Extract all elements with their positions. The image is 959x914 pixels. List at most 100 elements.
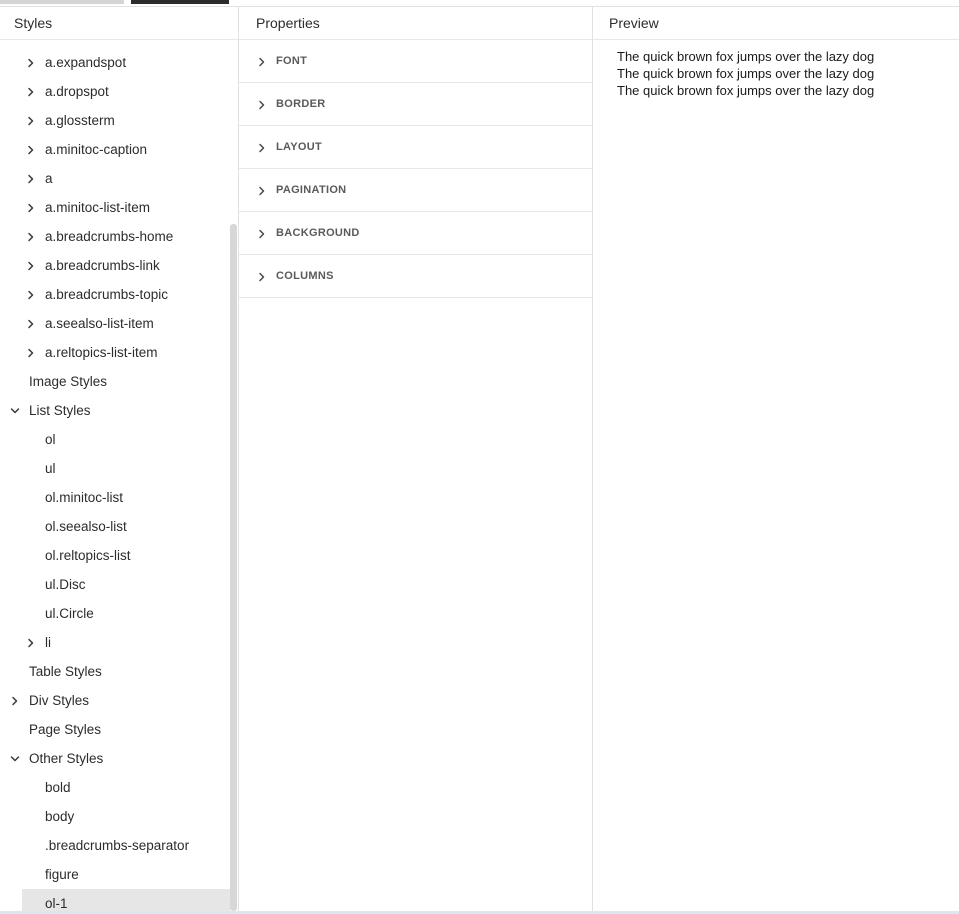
style-tree-item-label: ul (45, 461, 56, 476)
chevron-right-icon[interactable] (25, 48, 37, 77)
style-tree-item[interactable]: ul.Disc (0, 570, 230, 599)
style-tree-item[interactable]: .breadcrumbs-separator (0, 831, 230, 860)
property-section-border[interactable]: BORDER (239, 83, 592, 126)
style-tree-item-label: a.breadcrumbs-home (45, 229, 174, 244)
chevron-right-icon[interactable] (25, 164, 37, 193)
style-tree-item[interactable]: ul (0, 454, 230, 483)
style-tree-item[interactable]: a.breadcrumbs-topic (0, 280, 230, 309)
chevron-right-icon[interactable] (256, 126, 268, 169)
style-tree-item-label: Other Styles (29, 751, 104, 766)
preview-body: The quick brown fox jumps over the lazy … (593, 40, 959, 99)
preview-text-line: The quick brown fox jumps over the lazy … (617, 49, 875, 64)
property-section-label: COLUMNS (276, 270, 334, 282)
preview-text-line: The quick brown fox jumps over the lazy … (617, 66, 875, 81)
style-tree-item-label: a.glossterm (45, 113, 115, 128)
styles-tree: a.expandspot a.dropspot a.glossterm a.minit… (0, 40, 239, 911)
property-section-font[interactable]: FONT (239, 40, 592, 83)
chevron-right-icon[interactable] (25, 222, 37, 251)
style-tree-item[interactable]: a.minitoc-caption (0, 135, 230, 164)
chevron-right-icon[interactable] (256, 83, 268, 126)
tab-indicator-active[interactable] (131, 0, 229, 4)
chevron-down-icon[interactable] (9, 396, 21, 425)
style-tree-item-label: ol.reltopics-list (45, 548, 131, 563)
style-tree-item-label: body (45, 809, 75, 824)
chevron-right-icon[interactable] (9, 686, 21, 715)
property-section-layout[interactable]: LAYOUT (239, 126, 592, 169)
chevron-right-icon[interactable] (25, 338, 37, 367)
chevron-right-icon[interactable] (25, 77, 37, 106)
style-tree-item-label: a.breadcrumbs-link (45, 258, 160, 273)
chevron-down-icon[interactable] (9, 744, 21, 773)
chevron-right-icon[interactable] (25, 193, 37, 222)
style-tree-item-label: a.breadcrumbs-topic (45, 287, 169, 302)
chevron-right-icon[interactable] (25, 135, 37, 164)
style-tree-item[interactable]: a.reltopics-list-item (0, 338, 230, 367)
style-tree-item[interactable]: li (0, 628, 230, 657)
top-tab-strip (0, 0, 959, 7)
properties-panel-title: Properties (239, 7, 592, 40)
styles-panel-title: Styles (0, 7, 238, 40)
style-tree-item[interactable]: a.glossterm (0, 106, 230, 135)
style-tree-item[interactable]: Page Styles (0, 715, 230, 744)
style-tree-item[interactable]: a.minitoc-list-item (0, 193, 230, 222)
style-tree-item[interactable]: Image Styles (0, 367, 230, 396)
style-tree-item-label: Page Styles (29, 722, 102, 737)
property-section-columns[interactable]: COLUMNS (239, 255, 592, 298)
style-tree-item[interactable]: ol.minitoc-list (0, 483, 230, 512)
style-tree-item[interactable]: a.expandspot (0, 48, 230, 77)
style-tree-item-label: a.minitoc-caption (45, 142, 148, 157)
style-tree-item-label: a.dropspot (45, 84, 109, 99)
style-tree-item-label: bold (45, 780, 71, 795)
chevron-right-icon[interactable] (256, 40, 268, 83)
chevron-right-icon[interactable] (25, 106, 37, 135)
property-section-label: FONT (276, 55, 308, 67)
style-tree-item[interactable]: body (0, 802, 230, 831)
style-tree-item[interactable]: ol.seealso-list (0, 512, 230, 541)
tab-indicator-inactive[interactable] (0, 0, 124, 4)
property-section-label: LAYOUT (276, 141, 323, 153)
properties-accordion: FONT BORDER LAYOUT PAGINATION BACKGROUND COLU… (239, 40, 592, 298)
style-tree-item-label: List Styles (29, 403, 91, 418)
chevron-right-icon[interactable] (25, 628, 37, 657)
preview-text-line: The quick brown fox jumps over the lazy … (617, 83, 875, 98)
style-tree-item-label: a.expandspot (45, 55, 127, 70)
style-tree-item[interactable]: bold (0, 773, 230, 802)
style-tree-item-label: ol (45, 432, 56, 447)
style-tree-item-label: Image Styles (29, 374, 108, 389)
style-tree-item-label: Table Styles (29, 664, 102, 679)
style-tree-item[interactable]: a.dropspot (0, 77, 230, 106)
style-tree-item-label: a.seealso-list-item (45, 316, 154, 331)
style-tree-item[interactable]: a.seealso-list-item (0, 309, 230, 338)
chevron-right-icon[interactable] (25, 280, 37, 309)
chevron-right-icon[interactable] (25, 251, 37, 280)
preview-panel-title: Preview (593, 7, 959, 40)
property-section-pagination[interactable]: PAGINATION (239, 169, 592, 212)
property-section-background[interactable]: BACKGROUND (239, 212, 592, 255)
style-tree-item[interactable]: figure (0, 860, 230, 889)
style-tree-item[interactable]: Other Styles (0, 744, 230, 773)
style-tree-item-label: ul.Circle (45, 606, 94, 621)
style-tree-item[interactable]: List Styles (0, 396, 230, 425)
style-tree-item[interactable]: ol.reltopics-list (0, 541, 230, 570)
style-tree-item-label: Div Styles (29, 693, 90, 708)
property-section-label: PAGINATION (276, 184, 347, 196)
style-tree-item-label: figure (45, 867, 79, 882)
style-tree-item[interactable]: a.breadcrumbs-link (0, 251, 230, 280)
properties-panel: Properties FONT BORDER LAYOUT PAGINATION BAC… (239, 7, 593, 911)
style-tree-item[interactable]: Div Styles (0, 686, 230, 715)
chevron-right-icon[interactable] (256, 212, 268, 255)
style-tree-item-label: ol.minitoc-list (45, 490, 124, 505)
style-tree-item-label: ol.seealso-list (45, 519, 127, 534)
style-tree-item[interactable]: ol-1 (22, 889, 230, 911)
style-tree-item[interactable]: a.breadcrumbs-home (0, 222, 230, 251)
style-tree-item[interactable]: Table Styles (0, 657, 230, 686)
chevron-right-icon[interactable] (256, 255, 268, 298)
style-tree-item-label: .breadcrumbs-separator (45, 838, 190, 853)
style-tree-item[interactable]: ul.Circle (0, 599, 230, 628)
style-tree-item[interactable]: a (0, 164, 230, 193)
style-tree-item-label: ol-1 (45, 896, 68, 911)
style-tree-item[interactable]: ol (0, 425, 230, 454)
chevron-right-icon[interactable] (256, 169, 268, 212)
chevron-right-icon[interactable] (25, 309, 37, 338)
styles-scrollbar[interactable] (230, 224, 237, 911)
